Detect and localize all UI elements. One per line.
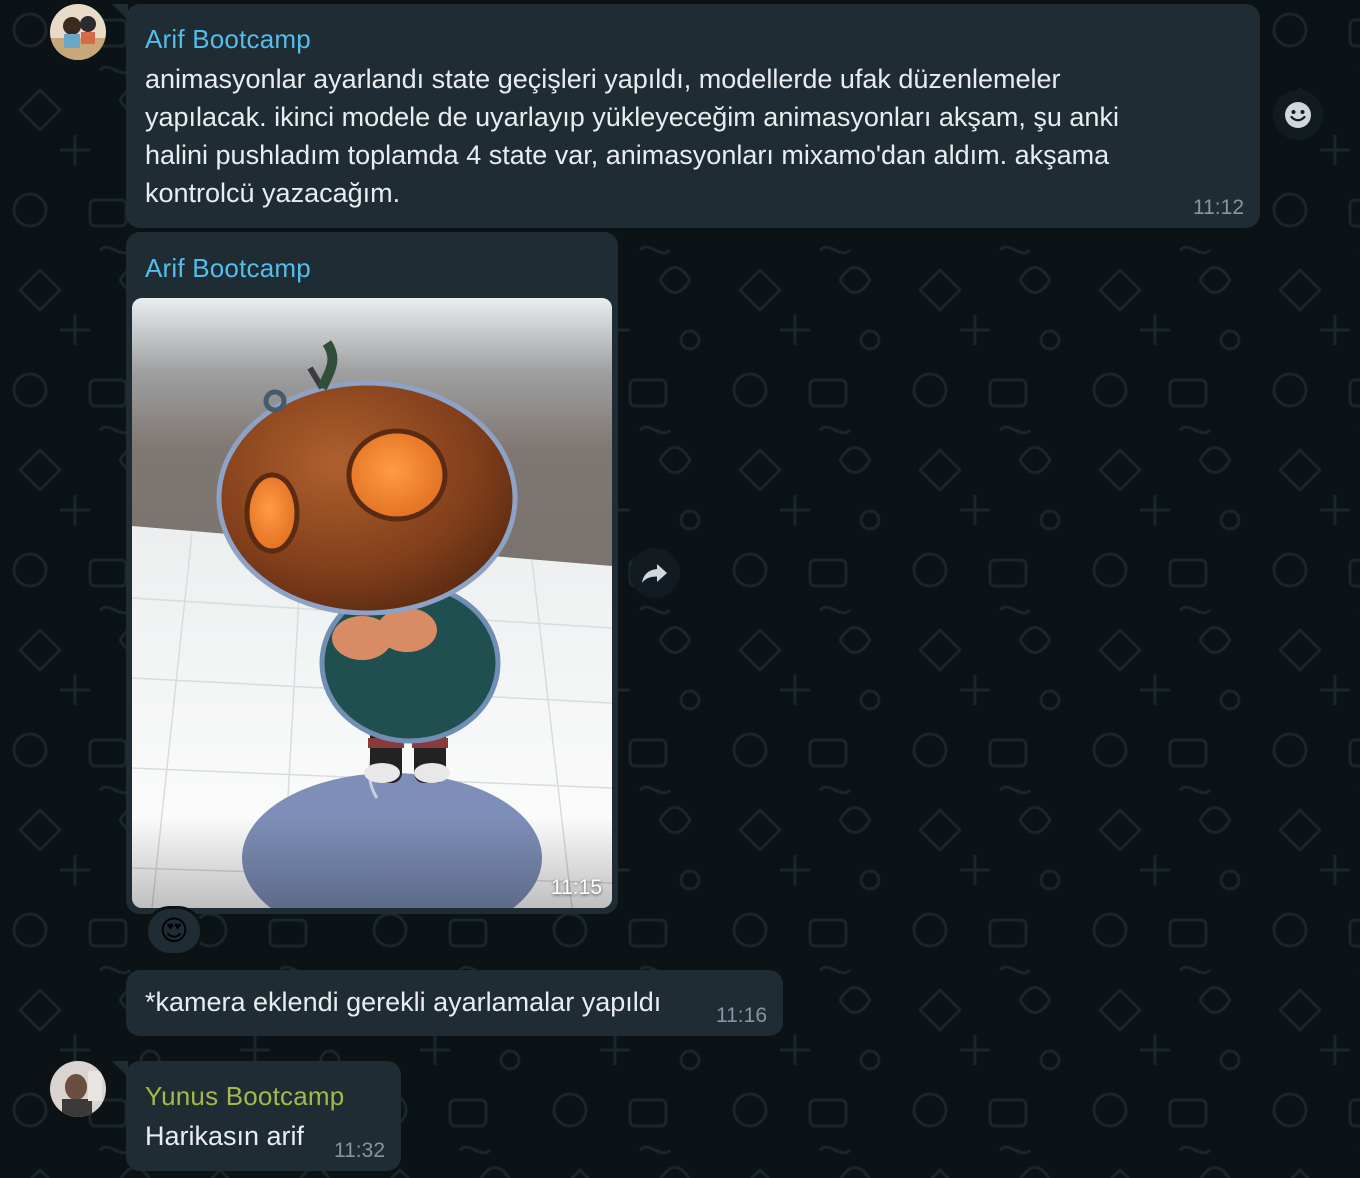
yunus-avatar[interactable] <box>50 1061 106 1117</box>
smiley-icon <box>1285 102 1311 128</box>
message-text: animasyonlar ayarlandı state geçişleri y… <box>145 60 1245 212</box>
arif-avatar[interactable] <box>50 4 106 60</box>
message-image[interactable]: 11:15 <box>132 298 612 908</box>
pumpkin-character-image <box>132 298 612 908</box>
message-bubble[interactable]: Arif Bootcamp animasyonlar ayarlandı sta… <box>112 4 1260 228</box>
message-text-line: halini pushladım toplamda 4 state var, a… <box>145 140 1110 170</box>
message-reaction[interactable]: 😍 <box>145 906 203 956</box>
image-message-bubble[interactable]: Arif Bootcamp 11:15 <box>126 232 618 914</box>
forward-button[interactable] <box>630 548 680 598</box>
message-text-line: animasyonlar ayarlandı state geçişleri y… <box>145 64 1061 94</box>
message-text-line: yapılacak. ikinci modele de uyarlayıp yü… <box>145 102 1119 132</box>
message-text-line: kontrolcü yazacağım. <box>145 178 401 208</box>
sender-name[interactable]: Arif Bootcamp <box>145 24 311 55</box>
message-bubble[interactable]: *kamera eklendi gerekli ayarlamalar yapı… <box>126 970 783 1036</box>
message-time: 11:32 <box>334 1139 385 1162</box>
message-text: *kamera eklendi gerekli ayarlamalar yapı… <box>145 987 662 1017</box>
message-text: Harikasın arif <box>145 1121 305 1151</box>
chat-message-list: Arif Bootcamp animasyonlar ayarlandı sta… <box>0 0 1360 1178</box>
bubble-tail <box>112 1061 128 1077</box>
react-button[interactable] <box>1273 90 1323 140</box>
image-time: 11:15 <box>551 876 602 899</box>
message-bubble[interactable]: Yunus Bootcamp Harikasın arif 11:32 <box>112 1061 401 1171</box>
message-time: 11:16 <box>716 1004 767 1027</box>
heart-eyes-emoji: 😍 <box>159 914 189 947</box>
sender-name[interactable]: Arif Bootcamp <box>145 253 311 284</box>
message-time: 11:12 <box>1193 196 1244 219</box>
forward-arrow-icon <box>642 564 667 583</box>
sender-name[interactable]: Yunus Bootcamp <box>145 1081 344 1112</box>
bubble-tail <box>112 4 128 20</box>
